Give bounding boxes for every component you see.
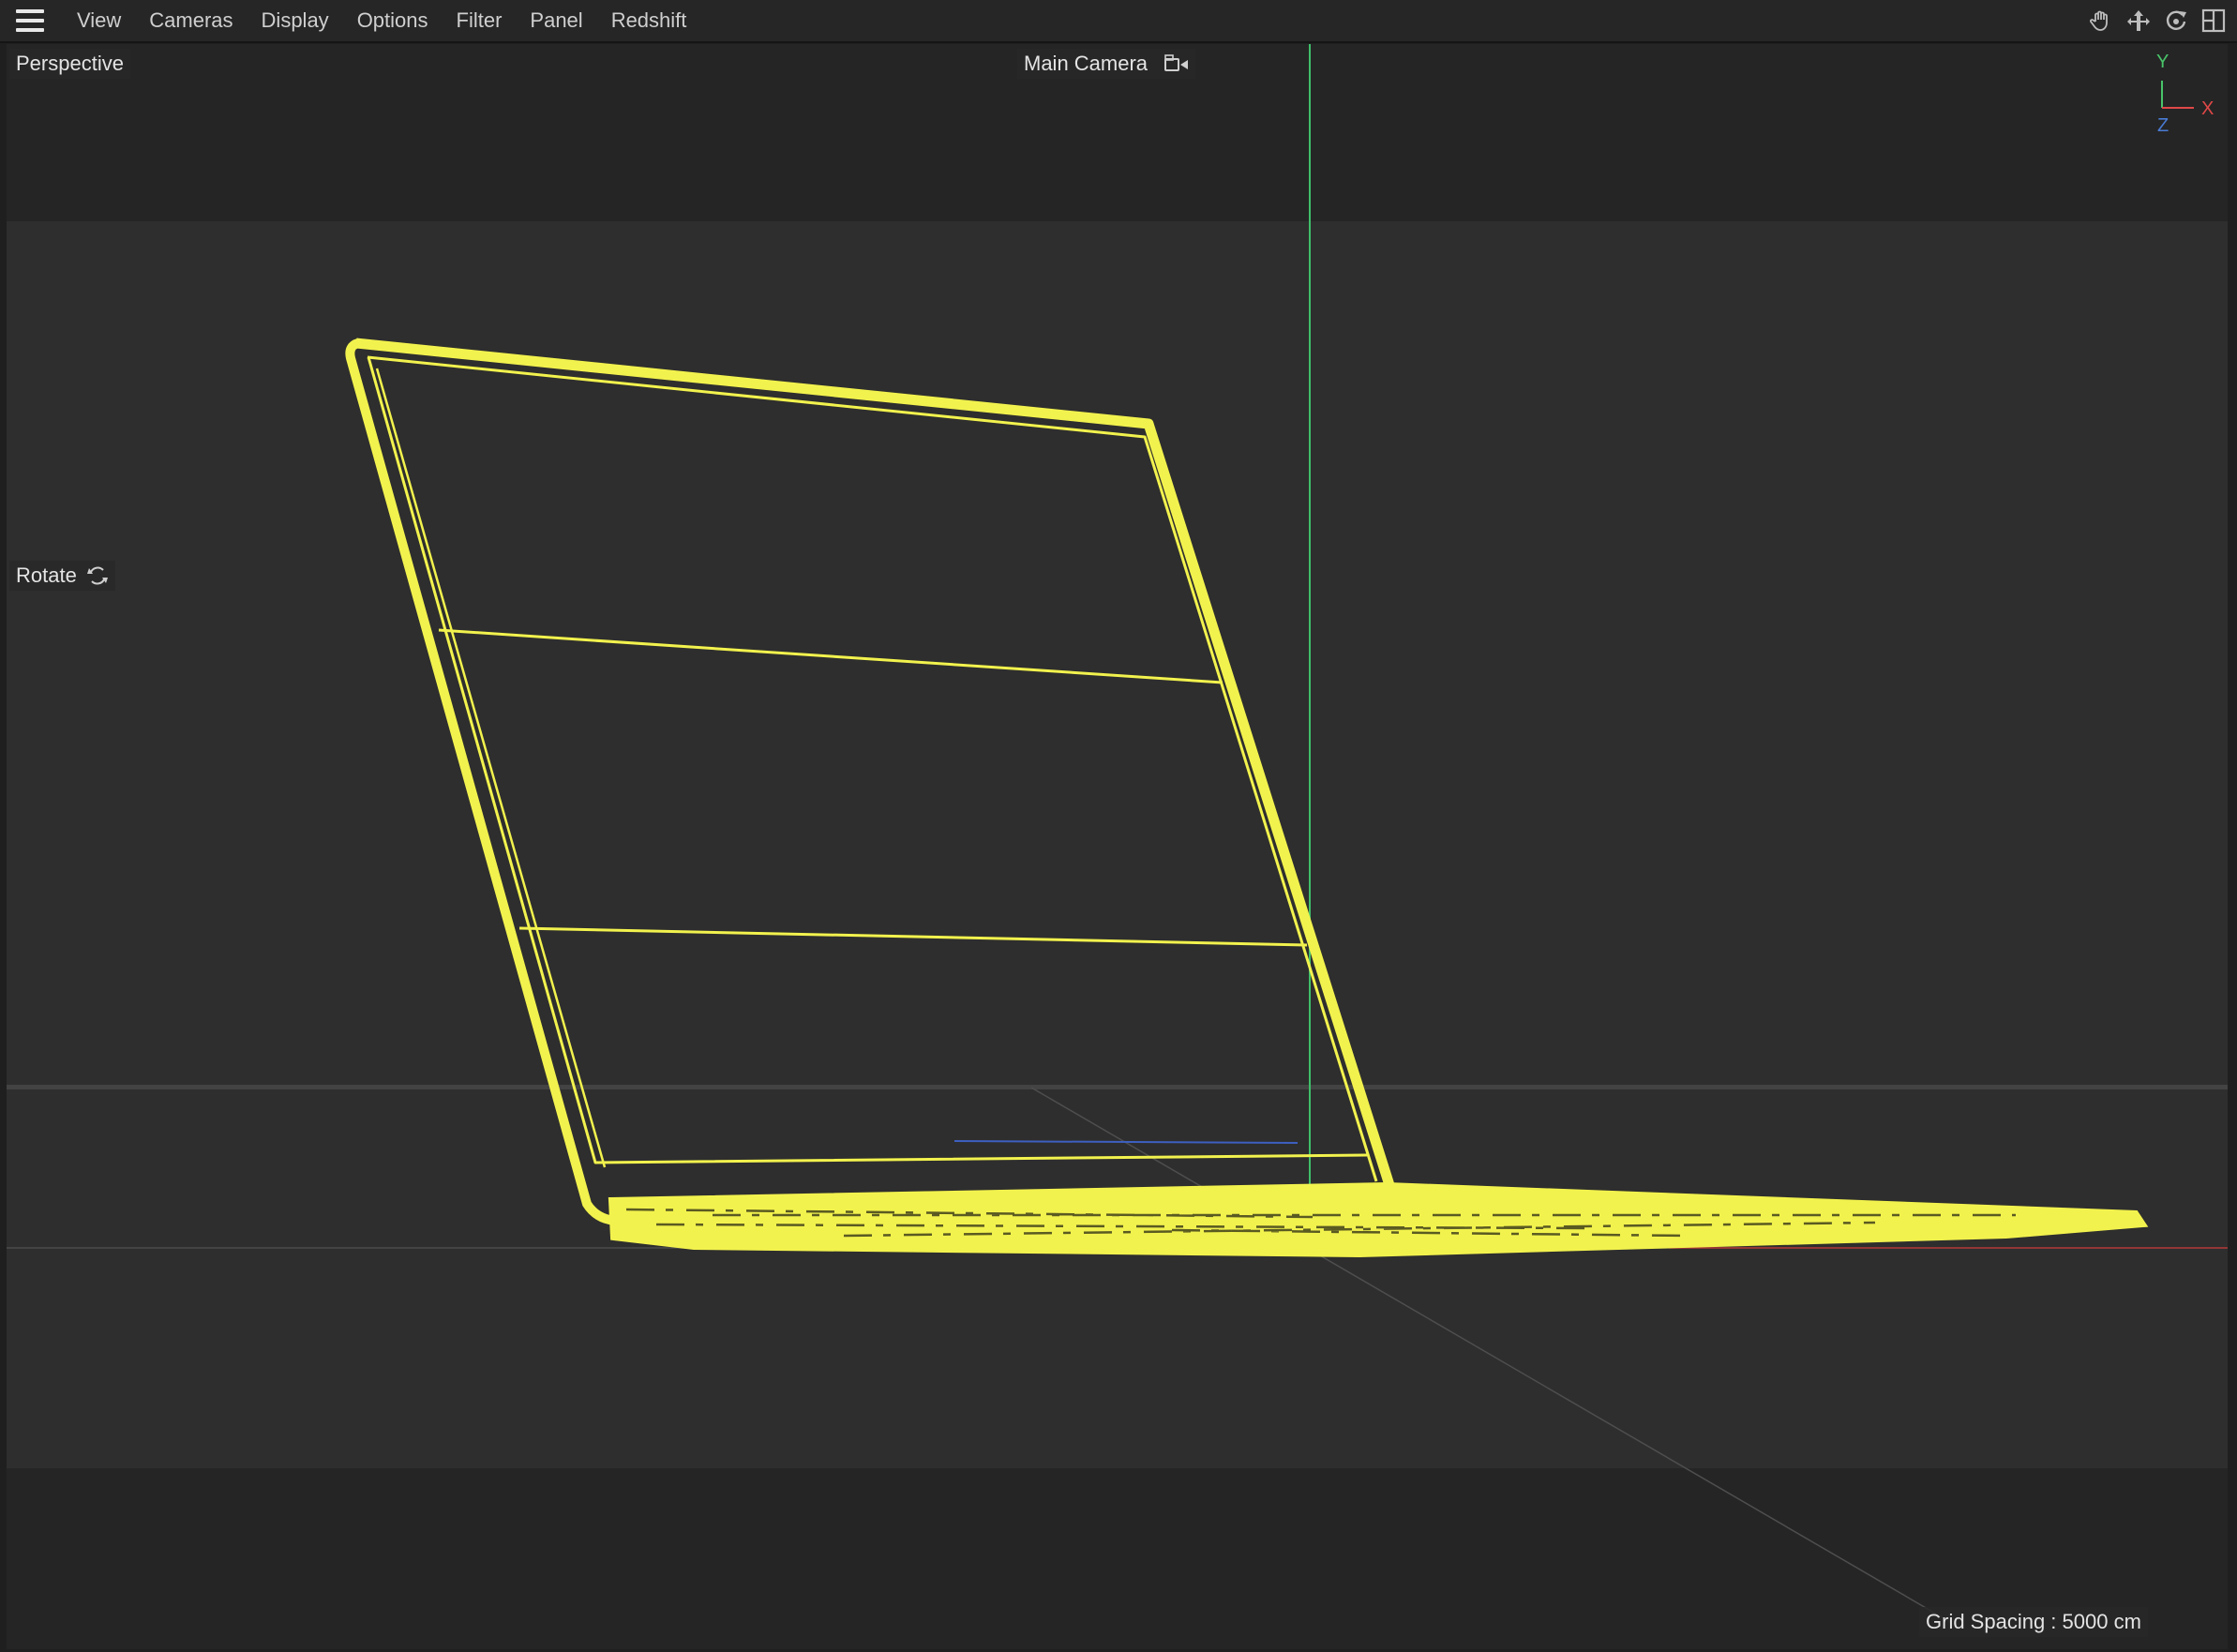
gizmo-x-label: X <box>2201 98 2214 119</box>
menu-filter[interactable]: Filter <box>443 0 517 41</box>
axis-gizmo: Y X Z <box>2156 52 2214 136</box>
camera-name-label: Main Camera <box>1024 52 1149 75</box>
gizmo-y-label: Y <box>2156 52 2169 72</box>
projection-label[interactable]: Perspective <box>9 49 130 79</box>
move-view-icon[interactable] <box>2126 8 2151 33</box>
rotate-icon <box>86 566 108 585</box>
perspective-viewport[interactable]: Y X Z Perspective Main Camera Rotate Gri… <box>7 44 2228 1649</box>
tool-hint: Rotate <box>9 561 115 591</box>
viewport-menubar: View Cameras Display Options Filter Panel Reds… <box>0 0 2237 43</box>
viewport-scene[interactable]: Y X Z <box>7 44 2228 1649</box>
floor-plane-band <box>7 221 2228 1468</box>
hamburger-menu-icon[interactable] <box>16 9 44 32</box>
menu-options[interactable]: Options <box>343 0 443 41</box>
pan-hand-icon[interactable] <box>2089 8 2113 33</box>
tool-hint-label: Rotate <box>16 563 77 587</box>
menu-panel[interactable]: Panel <box>516 0 596 41</box>
camera-selector[interactable]: Main Camera <box>1017 49 1196 79</box>
gizmo-z-label: Z <box>2157 115 2169 136</box>
menu-cameras[interactable]: Cameras <box>135 0 247 41</box>
menu-view[interactable]: View <box>63 0 135 41</box>
horizon-line <box>7 1085 2228 1089</box>
navigation-tools <box>2089 0 2226 41</box>
rotate-view-icon[interactable] <box>2164 8 2188 33</box>
menu-display[interactable]: Display <box>248 0 343 41</box>
menu-redshift[interactable]: Redshift <box>597 0 701 41</box>
grid-spacing-readout: Grid Spacing : 5000 cm <box>1919 1607 2148 1637</box>
camera-toggle-icon[interactable] <box>1164 54 1189 73</box>
maximize-panel-icon[interactable] <box>2201 8 2226 33</box>
